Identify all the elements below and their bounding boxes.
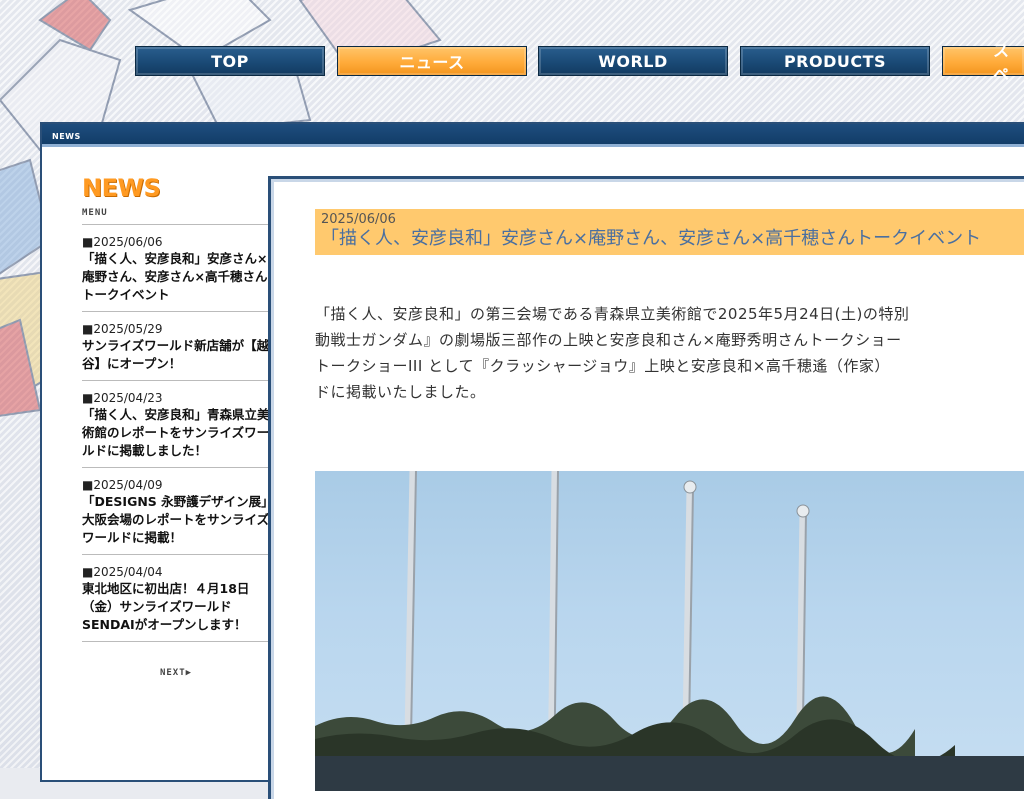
article-title: 「描く人、安彦良和」安彦さん×庵野さん、安彦さん×高千穂さんトークイベント [321, 228, 982, 249]
window-title: NEWS [52, 132, 81, 141]
article-body: 「描く人、安彦良和」の第三会場である青森県立美術館で2025年5月24日(土)の… [315, 301, 1024, 405]
article-paragraph-line: 「描く人、安彦良和」の第三会場である青森県立美術館で2025年5月24日(土)の… [315, 305, 910, 323]
news-list-item[interactable]: ■2025/05/29 サンライズワールド新店舗が【越谷】にオープン！ [82, 312, 270, 381]
article-paragraph-line: ドに掲載いたしました。 [315, 383, 486, 401]
news-item-link[interactable]: 「描く人、安彦良和」安彦さん×庵野さん、安彦さん×高千穂さんトークイベント [82, 250, 270, 304]
nav-top-button[interactable]: TOP [135, 46, 325, 76]
flagpole-photo-image [315, 471, 1024, 791]
sidebar-subtitle: MENU [82, 208, 108, 218]
news-list-item[interactable]: ■2025/04/23 「描く人、安彦良和」青森県立美術館のレポートをサンライズ… [82, 381, 270, 468]
nav-products-button[interactable]: PRODUCTS [740, 46, 930, 76]
news-list-item[interactable]: ■2025/04/04 東北地区に初出店！４月18日（金）サンライズワールドSE… [82, 555, 270, 642]
main-navigation: TOP ニュース WORLD PRODUCTS スペ [0, 41, 1024, 84]
window-title-bar: NEWS [42, 124, 1024, 147]
next-page-link[interactable]: NEXT▶ [82, 668, 270, 678]
news-item-date: ■2025/04/09 [82, 478, 163, 492]
news-list-item[interactable]: ■2025/04/09 「DESIGNS 永野護デザイン展」大阪会場のレポートを… [82, 468, 270, 555]
news-list: ■2025/06/06 「描く人、安彦良和」安彦さん×庵野さん、安彦さん×高千穂… [82, 224, 270, 642]
news-item-date: ■2025/04/23 [82, 391, 163, 405]
news-item-date: ■2025/06/06 [82, 235, 163, 249]
sidebar-title: NEWS [82, 174, 161, 202]
article-date: 2025/06/06 [321, 212, 396, 227]
news-sidebar: NEWS MENU ■2025/06/06 「描く人、安彦良和」安彦さん×庵野さ… [82, 174, 270, 678]
news-item-date: ■2025/05/29 [82, 322, 163, 336]
nav-special-button[interactable]: スペ [942, 41, 1024, 84]
nav-world-button[interactable]: WORLD [538, 46, 728, 76]
news-item-link[interactable]: 「描く人、安彦良和」青森県立美術館のレポートをサンライズワールドに掲載しました！ [82, 406, 270, 460]
news-item-link[interactable]: 東北地区に初出店！４月18日（金）サンライズワールドSENDAIがオープンします… [82, 580, 270, 634]
article-photo [315, 471, 1024, 791]
news-item-link[interactable]: サンライズワールド新店舗が【越谷】にオープン！ [82, 337, 270, 373]
news-list-item[interactable]: ■2025/06/06 「描く人、安彦良和」安彦さん×庵野さん、安彦さん×高千穂… [82, 225, 270, 312]
news-item-link[interactable]: 「DESIGNS 永野護デザイン展」大阪会場のレポートをサンライズワールドに掲載… [82, 493, 270, 547]
article-paragraph-line: トークショーIII として『クラッシャージョウ』上映と安彦良和×高千穂遙（作家） [315, 357, 890, 375]
article-header: 2025/06/06 「描く人、安彦良和」安彦さん×庵野さん、安彦さん×高千穂さ… [315, 209, 1024, 255]
news-item-date: ■2025/04/04 [82, 565, 163, 579]
nav-news-button[interactable]: ニュース [337, 46, 527, 76]
article-panel: 2025/06/06 「描く人、安彦良和」安彦さん×庵野さん、安彦さん×高千穂さ… [268, 176, 1024, 799]
news-window: NEWS NEWS MENU ■2025/06/06 「描く人、安彦良和」安彦さ… [40, 122, 1024, 799]
article-paragraph-line: 動戦士ガンダム』の劇場版三部作の上映と安彦良和さん×庵野秀明さんトークショー [315, 331, 902, 349]
